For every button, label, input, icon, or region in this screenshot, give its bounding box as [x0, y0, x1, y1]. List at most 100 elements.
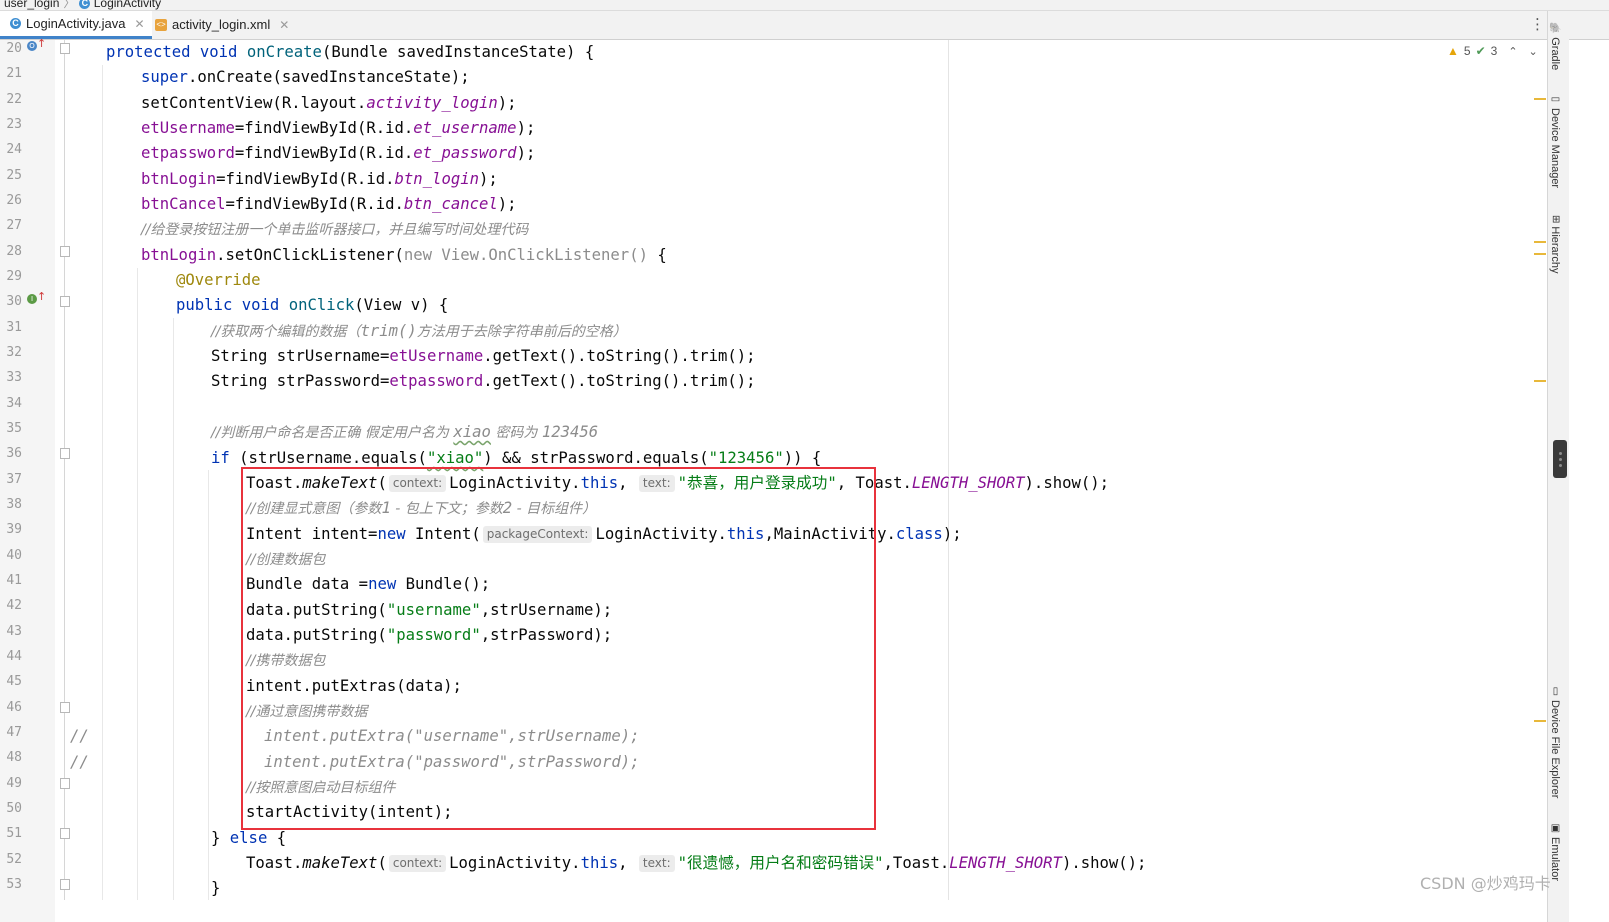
go-to-super-arrow-icon[interactable]: ↑	[37, 291, 46, 303]
gutter-row[interactable]: 49	[0, 771, 70, 796]
gutter-row[interactable]: 30 I ↑	[0, 289, 70, 314]
gutter-row[interactable]: 28	[0, 239, 70, 264]
gutter-row[interactable]: 51	[0, 821, 70, 846]
gutter-row[interactable]: 53	[0, 872, 70, 897]
gutter-row[interactable]: 52	[0, 847, 55, 872]
breadcrumb-separator: 〉	[63, 0, 76, 10]
inspection-widget[interactable]: ▲ 5 ✔ 3 ⌃ ⌄	[1447, 44, 1538, 58]
gutter-row[interactable]: 41	[0, 568, 55, 593]
line-number: 26	[6, 192, 22, 208]
chevron-up-icon[interactable]: ⌃	[1508, 45, 1517, 58]
fold-toggle-icon[interactable]	[60, 245, 70, 257]
gutter-row[interactable]: 47	[0, 720, 55, 745]
code-editor[interactable]: protected void onCreate(Bundle savedInst…	[70, 40, 1532, 900]
gutter-row[interactable]: 32	[0, 340, 55, 365]
chevron-down-icon[interactable]: ⌄	[1529, 45, 1538, 58]
code-line-40: //创建数据包	[246, 552, 326, 568]
gutter-row[interactable]: 39	[0, 517, 55, 542]
gutter-row[interactable]: 26	[0, 188, 55, 213]
line-number: 40	[6, 547, 22, 563]
gutter-row[interactable]: 33	[0, 365, 55, 390]
indent-guide	[137, 268, 138, 900]
gutter-row[interactable]: 43	[0, 619, 55, 644]
code-line-28: btnLogin.setOnClickListener(new View.OnC…	[141, 246, 667, 264]
go-to-super-arrow-icon[interactable]: ↑	[37, 38, 46, 50]
class-c-icon: C	[79, 0, 91, 10]
gutter-row[interactable]: 34	[0, 391, 55, 416]
fold-toggle-icon[interactable]	[60, 296, 70, 308]
gutter-row[interactable]: 48	[0, 745, 55, 770]
line-number: 30	[6, 294, 22, 310]
code-line-23: etUsername=findViewById(R.id.et_username…	[141, 119, 536, 137]
gutter-row[interactable]: 25	[0, 163, 55, 188]
gutter-row[interactable]: 27	[0, 213, 55, 238]
gutter-row[interactable]: 22	[0, 87, 55, 112]
hierarchy-tool-button[interactable]: ⊞Hierarchy	[1549, 215, 1561, 273]
gutter-row[interactable]: 45	[0, 669, 55, 694]
fold-toggle-icon[interactable]	[60, 701, 70, 713]
fold-toggle-icon[interactable]	[60, 828, 70, 840]
tab-activity-login-xml[interactable]: <> activity_login.xml ✕	[145, 11, 296, 38]
indent-guide	[173, 318, 174, 900]
line-number: 51	[6, 826, 22, 842]
gutter-row[interactable]: 29	[0, 264, 55, 289]
gutter-row[interactable]: 35	[0, 416, 55, 441]
more-options-icon[interactable]: ⋮	[1530, 15, 1545, 33]
gutter-row[interactable]: 38	[0, 492, 55, 517]
editor-tab-bar: C LoginActivity.java ✕ <> activity_login…	[0, 11, 1609, 40]
line-number: 27	[6, 218, 22, 234]
device-manager-tool-button[interactable]: ▭Device Manager	[1549, 94, 1561, 188]
gutter-row[interactable]: 37	[0, 467, 55, 492]
override-method-icon[interactable]: O	[27, 41, 37, 51]
code-line-50: startActivity(intent);	[246, 803, 453, 821]
code-line-27: //给登录按钮注册一个单击监听器接口，并且编写时间处理代码	[141, 222, 529, 238]
close-icon[interactable]: ✕	[279, 18, 289, 32]
fold-toggle-icon[interactable]	[60, 878, 70, 890]
fold-toggle-icon[interactable]	[60, 448, 70, 460]
scroll-warning-marker[interactable]	[1534, 241, 1546, 243]
code-line-20: protected void onCreate(Bundle savedInst…	[106, 43, 595, 61]
gutter-row[interactable]: 46	[0, 695, 70, 720]
scroll-warning-marker[interactable]	[1534, 98, 1546, 100]
gutter-row[interactable]: 42	[0, 593, 55, 618]
breadcrumb-file[interactable]: LoginActivity	[94, 0, 161, 10]
gutter-row[interactable]: 31	[0, 315, 55, 340]
code-line-29: @Override	[176, 271, 261, 289]
code-line-47: //	[70, 727, 89, 745]
scroll-warning-marker[interactable]	[1534, 380, 1546, 382]
breadcrumb-project[interactable]: user_login	[4, 0, 59, 10]
close-icon[interactable]: ✕	[134, 17, 144, 31]
gutter-row[interactable]: 21	[0, 61, 55, 86]
code-line-46: //通过意图携带数据	[246, 704, 368, 720]
gutter-row[interactable]: 23	[0, 112, 55, 137]
fold-toggle-icon[interactable]	[60, 777, 70, 789]
scroll-warning-marker[interactable]	[1534, 720, 1546, 722]
tab-login-activity-java[interactable]: C LoginActivity.java ✕	[0, 11, 152, 39]
gutter-row[interactable]: 40	[0, 543, 55, 568]
code-line-30: public void onClick(View v) {	[176, 296, 449, 314]
xml-file-icon: <>	[155, 18, 167, 31]
code-line-26: btnCancel=findViewById(R.id.btn_cancel);	[141, 195, 517, 213]
tab-label: activity_login.xml	[172, 17, 271, 32]
implement-method-icon[interactable]: I	[27, 294, 37, 305]
device-manager-icon: ▭	[1550, 94, 1561, 105]
warning-icon: ▲	[1447, 44, 1459, 58]
device-file-explorer-tool-button[interactable]: ▯Device File Explorer	[1549, 686, 1561, 798]
gradle-tool-button[interactable]: 🐘Gradle	[1549, 22, 1561, 70]
code-line-42: data.putString("username",strUsername);	[246, 601, 613, 619]
line-number: 29	[6, 268, 22, 284]
watermark: CSDN @炒鸡玛卡	[1420, 874, 1551, 893]
line-number: 52	[6, 851, 22, 867]
code-line-51: } else {	[211, 829, 287, 847]
gutter-row[interactable]: 50	[0, 796, 55, 821]
line-number: 48	[6, 750, 22, 766]
code-line-52: Toast.makeText(context: LoginActivity.thi…	[246, 854, 1147, 872]
scroll-grip-dot	[1559, 458, 1562, 461]
emulator-tool-button[interactable]: ▣Emulator	[1549, 823, 1561, 881]
gutter-row[interactable]: 44	[0, 644, 55, 669]
gutter-row[interactable]: 36	[0, 441, 70, 466]
gutter-row[interactable]: 20 O ↑	[0, 36, 70, 61]
gutter-row[interactable]: 24	[0, 137, 55, 162]
scroll-warning-marker[interactable]	[1534, 253, 1546, 255]
fold-toggle-icon[interactable]	[60, 43, 70, 54]
